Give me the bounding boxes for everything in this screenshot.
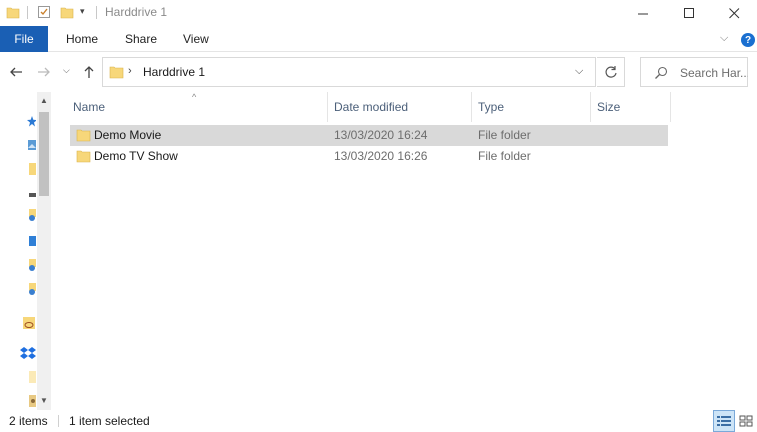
selection-count: 1 item selected	[69, 414, 150, 428]
file-type: File folder	[478, 149, 531, 163]
status-separator	[58, 415, 59, 427]
breadcrumb-current[interactable]: Harddrive 1	[143, 65, 205, 79]
tab-home[interactable]: Home	[66, 26, 98, 52]
tab-file[interactable]: File	[0, 26, 48, 52]
user-folder-icon[interactable]	[26, 394, 36, 408]
details-view-button[interactable]	[713, 410, 735, 432]
search-input[interactable]: Search Har...	[640, 57, 748, 87]
network-folder-icon[interactable]	[26, 258, 36, 272]
maximize-button[interactable]	[666, 0, 712, 26]
folder-icon	[76, 150, 91, 163]
forward-arrow-icon[interactable]	[36, 64, 52, 80]
pictures-icon[interactable]	[26, 138, 36, 152]
refresh-icon	[604, 66, 617, 78]
dropbox-icon[interactable]	[20, 346, 36, 360]
recent-locations-icon[interactable]: ⌵	[63, 65, 70, 76]
network-folder-icon[interactable]	[26, 282, 36, 296]
scroll-up-icon[interactable]: ▲	[39, 96, 49, 110]
qat-customize-icon[interactable]: ▾	[80, 6, 85, 17]
title-bar: ▾ Harddrive 1	[0, 0, 757, 26]
address-bar[interactable]: › Harddrive 1 ⌵	[102, 57, 596, 87]
back-arrow-icon[interactable]	[8, 64, 24, 80]
navigation-bar: ⌵ › Harddrive 1 ⌵ Search Har...	[0, 52, 757, 92]
scrollbar-thumb[interactable]	[39, 112, 49, 196]
ribbon-expand-icon[interactable]: ⌵	[720, 32, 728, 45]
monitor-icon[interactable]	[26, 234, 36, 248]
close-icon	[728, 7, 739, 18]
file-date-modified: 13/03/2020 16:26	[334, 149, 428, 163]
file-name[interactable]: Demo Movie	[94, 128, 161, 142]
tab-view[interactable]: View	[183, 26, 209, 52]
network-folder-icon[interactable]	[26, 208, 36, 222]
maximize-icon	[683, 7, 694, 18]
minimize-icon	[637, 13, 648, 14]
address-dropdown-icon[interactable]: ⌵	[575, 65, 583, 78]
breadcrumb-chevron-icon[interactable]: ›	[128, 65, 132, 77]
close-button[interactable]	[711, 0, 757, 26]
file-row[interactable]: Demo TV Show 13/03/2020 16:26 File folde…	[70, 146, 668, 167]
file-date-modified: 13/03/2020 16:24	[334, 128, 428, 142]
details-view-icon	[717, 416, 731, 426]
properties-icon[interactable]	[37, 5, 51, 19]
search-placeholder: Search Har...	[680, 66, 748, 80]
window-title: Harddrive 1	[105, 5, 168, 19]
folder-icon	[76, 129, 91, 142]
minimize-button[interactable]	[620, 0, 666, 26]
up-arrow-icon[interactable]	[81, 64, 97, 80]
status-bar: 2 items 1 item selected	[0, 410, 757, 432]
navigation-pane[interactable]: ▲ ▼	[0, 92, 52, 412]
folder-icon[interactable]	[26, 370, 36, 384]
ribbon: File Home Share View ⌵ ?	[0, 26, 757, 52]
scroll-down-icon[interactable]: ▼	[39, 396, 49, 410]
new-folder-icon[interactable]	[60, 5, 74, 19]
large-icons-view-button[interactable]	[735, 410, 757, 432]
column-divider[interactable]	[670, 92, 671, 122]
file-row[interactable]: Demo Movie 13/03/2020 16:24 File folder	[70, 125, 668, 146]
column-header-name[interactable]: Name	[66, 92, 327, 122]
qat-separator	[27, 6, 28, 19]
qat-separator	[96, 6, 97, 19]
file-name[interactable]: Demo TV Show	[94, 149, 178, 163]
tab-share[interactable]: Share	[125, 26, 157, 52]
item-count: 2 items	[9, 414, 48, 428]
nav-pane-scrollbar[interactable]: ▲ ▼	[37, 92, 51, 412]
column-header-date-modified[interactable]: Date modified	[327, 92, 471, 122]
column-header-type[interactable]: Type	[471, 92, 590, 122]
folder-icon[interactable]	[26, 162, 36, 176]
onedrive-folder-icon[interactable]	[22, 316, 36, 330]
column-headers: Name Date modified Type Size	[66, 92, 686, 122]
refresh-button[interactable]	[597, 57, 625, 87]
search-icon	[655, 66, 668, 79]
column-header-size[interactable]: Size	[590, 92, 670, 122]
quick-access-star-icon[interactable]	[26, 114, 36, 128]
folder-icon	[6, 7, 20, 19]
folder-icon	[109, 66, 124, 79]
large-icons-view-icon	[739, 415, 753, 427]
drive-icon[interactable]	[26, 188, 36, 202]
file-type: File folder	[478, 128, 531, 142]
help-button[interactable]: ?	[741, 33, 755, 47]
